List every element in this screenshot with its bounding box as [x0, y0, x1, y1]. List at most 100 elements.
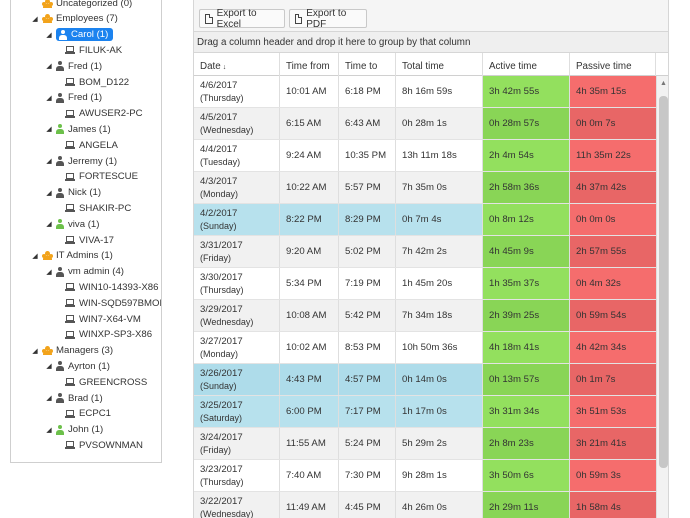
tree-computer[interactable]: FORTESCUE: [65, 170, 138, 184]
table-row[interactable]: 4/3/2017 (Monday) 10:22 AM 5:57 PM 7h 35m 0s…: [194, 172, 656, 204]
user-icon: [56, 92, 64, 103]
tree-computer[interactable]: WIN10-14393-X86: [65, 280, 158, 294]
tree-user[interactable]: ◢ vm admin (4): [45, 265, 124, 279]
tree-group-uncategorized[interactable]: Uncategorized (0): [31, 0, 132, 10]
table-row[interactable]: 4/6/2017 (Thursday) 10:01 AM 6:18 PM 8h 16m …: [194, 76, 656, 108]
column-header-active-time[interactable]: Active time: [483, 53, 570, 76]
tree-user[interactable]: ◢ James (1): [45, 122, 110, 136]
table-row[interactable]: 4/2/2017 (Sunday) 8:22 PM 8:29 PM 0h 7m 4s 0h…: [194, 204, 656, 236]
cell-time-to: 8:29 PM: [339, 204, 396, 235]
computer-label: PVSOWNMAN: [79, 439, 143, 451]
cell-total-time: 0h 7m 4s: [396, 204, 483, 235]
column-header-total-time[interactable]: Total time: [396, 53, 483, 76]
cell-time-from: 10:02 AM: [280, 332, 339, 363]
collapse-toggle-icon[interactable]: ◢: [45, 394, 53, 402]
collapse-toggle-icon[interactable]: ◢: [45, 94, 53, 102]
tree-computer[interactable]: WIN-SQD597BMON: [65, 296, 161, 310]
table-row[interactable]: 4/5/2017 (Wednesday) 6:15 AM 6:43 AM 0h 28m …: [194, 108, 656, 140]
tree-user[interactable]: ◢ Brad (1): [45, 391, 102, 405]
cell-passive-time: 0h 1m 7s: [570, 364, 656, 395]
cell-time-from: 10:08 AM: [280, 300, 339, 331]
group-tree-panel: Uncategorized (0) ◢ Employees (7) ◢ Carol (1…: [10, 0, 162, 463]
table-row[interactable]: 3/22/2017 (Wednesday) 11:49 AM 4:45 PM 4h 26…: [194, 492, 656, 518]
cell-date: 4/3/2017 (Monday): [194, 172, 280, 203]
scrollbar-thumb[interactable]: [659, 96, 668, 468]
collapse-toggle-icon[interactable]: ◢: [31, 347, 39, 355]
cell-time-from: 4:43 PM: [280, 364, 339, 395]
cell-time-to: 5:42 PM: [339, 300, 396, 331]
cell-time-from: 6:00 PM: [280, 396, 339, 427]
tree-user[interactable]: ◢ Fred (1): [45, 59, 102, 73]
column-header-passive-time[interactable]: Passive time: [570, 53, 656, 76]
tree-user[interactable]: ◢ John (1): [45, 423, 103, 437]
tree-computer[interactable]: AWUSER2-PC: [65, 107, 143, 121]
cell-passive-time: 4h 37m 42s: [570, 172, 656, 203]
tree-user[interactable]: ◢ viva (1): [45, 217, 99, 231]
tree-group[interactable]: ◢ Managers (3): [31, 344, 113, 358]
tree-user[interactable]: ◢ Nick (1): [45, 186, 101, 200]
table-row[interactable]: 3/30/2017 (Thursday) 5:34 PM 7:19 PM 1h 45m …: [194, 268, 656, 300]
export-pdf-button[interactable]: Export to PDF: [289, 8, 367, 30]
collapse-toggle-icon[interactable]: ◢: [45, 62, 53, 70]
cell-time-to: 6:43 AM: [339, 108, 396, 139]
collapse-toggle-icon[interactable]: ◢: [45, 362, 53, 370]
tree-user[interactable]: ◢ Carol (1): [45, 28, 114, 42]
export-excel-button[interactable]: Export to Excel: [199, 8, 285, 30]
group-icon: [42, 251, 53, 261]
tree-computer[interactable]: ECPC1: [65, 407, 111, 421]
table-row[interactable]: 3/23/2017 (Thursday) 7:40 AM 7:30 PM 9h 28m …: [194, 460, 656, 492]
tree-computer[interactable]: WIN7-X64-VM: [65, 312, 141, 326]
cell-passive-time: 0h 59m 3s: [570, 460, 656, 491]
table-row[interactable]: 3/27/2017 (Monday) 10:02 AM 8:53 PM 10h 50m …: [194, 332, 656, 364]
date-value: 4/5/2017: [200, 112, 238, 123]
tree-computer[interactable]: BOM_D122: [65, 75, 129, 89]
table-row[interactable]: 3/24/2017 (Friday) 11:55 AM 5:24 PM 5h 29m 2…: [194, 428, 656, 460]
tree-user[interactable]: ◢ Fred (1): [45, 91, 102, 105]
collapse-toggle-icon[interactable]: ◢: [45, 31, 53, 39]
group-by-drop-zone[interactable]: Drag a column header and drop it here to…: [194, 32, 668, 53]
user-icon: [56, 424, 64, 435]
collapse-toggle-icon[interactable]: ◢: [45, 426, 53, 434]
collapse-toggle-icon[interactable]: ◢: [45, 125, 53, 133]
tree-user[interactable]: ◢ Ayrton (1): [45, 359, 110, 373]
column-header-time-from[interactable]: Time from: [280, 53, 339, 76]
tree-computer[interactable]: WINXP-SP3-X86: [65, 328, 152, 342]
table-row[interactable]: 3/26/2017 (Sunday) 4:43 PM 4:57 PM 0h 14m 0s…: [194, 364, 656, 396]
collapse-toggle-icon[interactable]: ◢: [45, 220, 53, 228]
tree-computer[interactable]: PVSOWNMAN: [65, 438, 143, 452]
scroll-up-icon[interactable]: ▲: [660, 80, 667, 87]
computer-icon: [65, 46, 75, 55]
user-label: Ayrton (1): [68, 360, 110, 372]
column-header-time-to[interactable]: Time to: [339, 53, 396, 76]
tree-group[interactable]: ◢ IT Admins (1): [31, 249, 113, 263]
vertical-scrollbar[interactable]: ▲: [656, 76, 668, 518]
tree-computer[interactable]: GREENCROSS: [65, 375, 147, 389]
user-label: viva (1): [68, 218, 100, 230]
table-row[interactable]: 3/31/2017 (Friday) 9:20 AM 5:02 PM 7h 42m 2s…: [194, 236, 656, 268]
tree-group[interactable]: ◢ Employees (7): [31, 12, 118, 26]
weekday-value: (Sunday): [200, 381, 237, 391]
collapse-toggle-icon[interactable]: ◢: [31, 252, 39, 260]
tree-computer[interactable]: SHAKIR-PC: [65, 201, 131, 215]
collapse-toggle-icon[interactable]: ◢: [45, 189, 53, 197]
tree-computer[interactable]: ANGELA: [65, 138, 118, 152]
tree-user[interactable]: ◢ Jerremy (1): [45, 154, 117, 168]
date-value: 3/30/2017: [200, 272, 243, 283]
tree-computer[interactable]: FILUK-AK: [65, 43, 122, 57]
cell-date: 4/5/2017 (Wednesday): [194, 108, 280, 139]
cell-total-time: 1h 17m 0s: [396, 396, 483, 427]
user-label: vm admin (4): [68, 266, 124, 278]
cell-active-time: 0h 13m 57s: [483, 364, 570, 395]
collapse-toggle-icon[interactable]: ◢: [31, 15, 39, 23]
computer-icon: [65, 236, 75, 244]
tree-computer[interactable]: VIVA-17: [65, 233, 114, 247]
collapse-toggle-icon[interactable]: ◢: [45, 157, 53, 165]
expand-toggle-icon[interactable]: [31, 0, 39, 7]
cell-time-from: 9:20 AM: [280, 236, 339, 267]
table-row[interactable]: 3/25/2017 (Saturday) 6:00 PM 7:17 PM 1h 17m …: [194, 396, 656, 428]
weekday-value: (Sunday): [200, 221, 237, 231]
column-header-date[interactable]: Date ↓: [194, 53, 280, 76]
table-row[interactable]: 3/29/2017 (Wednesday) 10:08 AM 5:42 PM 7h 34…: [194, 300, 656, 332]
table-row[interactable]: 4/4/2017 (Tuesday) 9:24 AM 10:35 PM 13h 11m …: [194, 140, 656, 172]
collapse-toggle-icon[interactable]: ◢: [45, 268, 53, 276]
